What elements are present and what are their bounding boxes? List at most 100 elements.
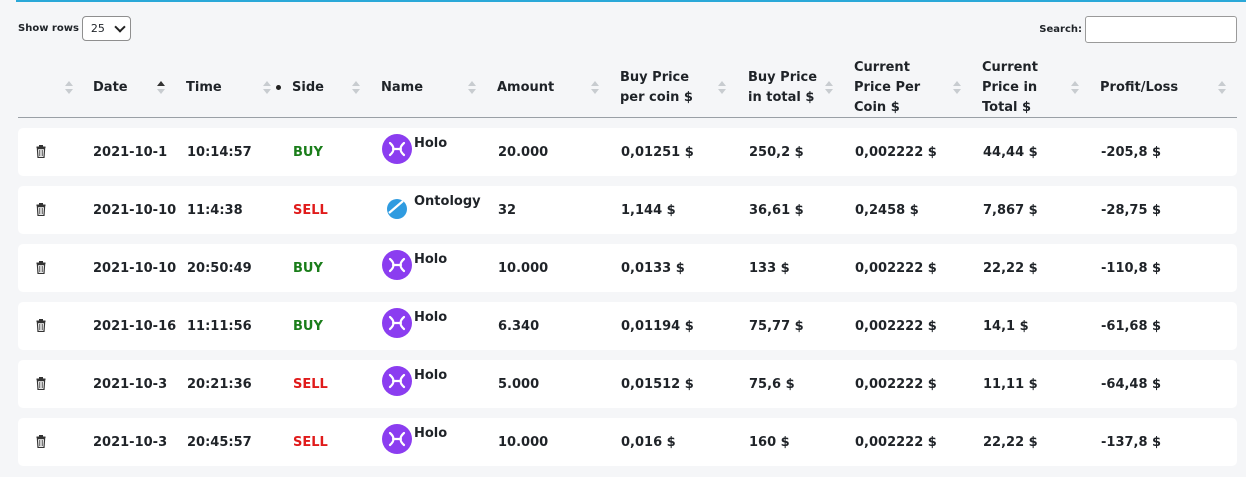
holo-icon — [382, 366, 412, 396]
ontology-icon — [387, 199, 407, 219]
search-control: Search: — [1039, 16, 1237, 43]
side-cell: SELL — [293, 376, 328, 392]
name-cell: Holo — [382, 418, 447, 466]
date-cell: 2021-10-10 — [93, 260, 177, 276]
buy-price-per-coin-cell: 0,01251 $ — [621, 144, 694, 160]
buy-price-per-coin-cell: 0,0133 $ — [621, 260, 685, 276]
header-amount[interactable]: Amount — [497, 58, 554, 117]
date-cell: 2021-10-16 — [93, 318, 177, 334]
date-cell: 2021-10-3 — [93, 376, 168, 392]
current-price-per-coin-cell: 0,002222 $ — [855, 318, 937, 334]
buy-price-total-cell: 75,6 $ — [749, 376, 795, 392]
sort-icon[interactable] — [591, 81, 599, 95]
time-cell: 11:11:56 — [187, 318, 252, 334]
name-cell: Ontology — [382, 186, 481, 234]
delete-icon[interactable] — [36, 261, 46, 274]
search-input[interactable] — [1085, 16, 1237, 43]
sort-icon[interactable] — [352, 81, 360, 95]
buy-price-total-cell: 160 $ — [749, 434, 790, 450]
delete-icon[interactable] — [36, 145, 46, 158]
current-price-per-coin-cell: 0,2458 $ — [855, 202, 919, 218]
sort-icon[interactable] — [263, 81, 271, 95]
buy-price-per-coin-cell: 0,01194 $ — [621, 318, 694, 334]
buy-price-per-coin-cell: 1,144 $ — [621, 202, 676, 218]
amount-cell: 32 — [498, 202, 517, 218]
coin-name: Holo — [414, 252, 448, 267]
header-time[interactable]: Time — [186, 58, 222, 117]
sort-icon[interactable] — [718, 81, 726, 95]
top-accent-line — [16, 0, 1246, 2]
chevron-down-icon — [114, 20, 126, 33]
header-current-price-total[interactable]: Current Price in Total $ — [982, 58, 1072, 117]
current-price-total-cell: 14,1 $ — [983, 318, 1029, 334]
dot-icon — [276, 85, 281, 90]
delete-icon[interactable] — [36, 435, 46, 448]
header-date[interactable]: Date — [93, 58, 128, 117]
coin-name: Holo — [414, 368, 448, 383]
holo-icon — [382, 424, 412, 454]
date-cell: 2021-10-1 — [93, 144, 168, 160]
sort-icon[interactable] — [65, 81, 73, 95]
coin-name: Holo — [414, 136, 448, 151]
amount-cell: 10.000 — [498, 260, 549, 276]
side-cell: BUY — [293, 260, 323, 276]
header-profit-loss[interactable]: Profit/Loss — [1100, 58, 1178, 117]
holo-icon — [382, 134, 412, 164]
show-rows-label: Show rows — [18, 23, 79, 34]
amount-cell: 5.000 — [498, 376, 540, 392]
sort-icon[interactable] — [825, 81, 833, 95]
table-header: Date Time Side Name Amount Buy Price per… — [18, 58, 1237, 118]
sort-icon[interactable] — [1071, 81, 1079, 95]
profit-loss-cell: -205,8 $ — [1101, 144, 1162, 160]
rows-per-page-select[interactable]: 25 — [81, 16, 131, 41]
name-cell: Holo — [382, 244, 447, 292]
time-cell: 20:50:49 — [187, 260, 252, 276]
name-cell: Holo — [382, 360, 447, 408]
header-name[interactable]: Name — [381, 58, 423, 117]
current-price-total-cell: 7,867 $ — [983, 202, 1038, 218]
amount-cell: 6.340 — [498, 318, 540, 334]
time-cell: 11:4:38 — [187, 202, 243, 218]
sort-ascending-icon[interactable] — [157, 81, 165, 95]
current-price-total-cell: 11,11 $ — [983, 376, 1038, 392]
side-cell: BUY — [293, 144, 323, 160]
amount-cell: 20.000 — [498, 144, 549, 160]
sort-icon[interactable] — [953, 81, 961, 95]
current-price-per-coin-cell: 0,002222 $ — [855, 260, 937, 276]
buy-price-total-cell: 75,77 $ — [749, 318, 804, 334]
time-cell: 20:45:57 — [187, 434, 252, 450]
holo-icon — [382, 308, 412, 338]
table-row: 2021-10-10 20:50:49 BUY 10.000 0,0133 $ 133 $… — [18, 244, 1237, 292]
buy-price-per-coin-cell: 0,01512 $ — [621, 376, 694, 392]
coin-name: Holo — [414, 310, 448, 325]
profit-loss-cell: -64,48 $ — [1101, 376, 1162, 392]
delete-icon[interactable] — [36, 203, 46, 216]
coin-name: Ontology — [414, 194, 481, 209]
header-buy-price-total[interactable]: Buy Price in total $ — [748, 58, 818, 117]
amount-cell: 10.000 — [498, 434, 549, 450]
current-price-per-coin-cell: 0,002222 $ — [855, 144, 937, 160]
delete-icon[interactable] — [36, 377, 46, 390]
current-price-total-cell: 44,44 $ — [983, 144, 1038, 160]
name-cell: Holo — [382, 128, 447, 176]
table-row: 2021-10-10 11:4:38 SELL 32 1,144 $ 36,61 $ 0,2… — [18, 186, 1237, 234]
sort-icon[interactable] — [1218, 81, 1226, 95]
current-price-total-cell: 22,22 $ — [983, 260, 1038, 276]
date-cell: 2021-10-10 — [93, 202, 177, 218]
profit-loss-cell: -28,75 $ — [1101, 202, 1162, 218]
header-buy-price-per-coin[interactable]: Buy Price per coin $ — [620, 58, 714, 117]
header-side[interactable]: Side — [292, 58, 324, 117]
table-controls: Show rows 25 Search: — [18, 16, 1237, 43]
profit-loss-cell: -110,8 $ — [1101, 260, 1162, 276]
profit-loss-cell: -61,68 $ — [1101, 318, 1162, 334]
header-current-price-per-coin[interactable]: Current Price Per Coin $ — [854, 58, 949, 117]
profit-loss-cell: -137,8 $ — [1101, 434, 1162, 450]
delete-icon[interactable] — [36, 319, 46, 332]
table-row: 2021-10-3 20:21:36 SELL 5.000 0,01512 $ 75,6 … — [18, 360, 1237, 408]
time-cell: 10:14:57 — [187, 144, 252, 160]
time-cell: 20:21:36 — [187, 376, 252, 392]
current-price-total-cell: 22,22 $ — [983, 434, 1038, 450]
buy-price-total-cell: 133 $ — [749, 260, 790, 276]
table-row: 2021-10-1 10:14:57 BUY 20.000 0,01251 $ 250,2… — [18, 128, 1237, 176]
sort-icon[interactable] — [468, 81, 476, 95]
